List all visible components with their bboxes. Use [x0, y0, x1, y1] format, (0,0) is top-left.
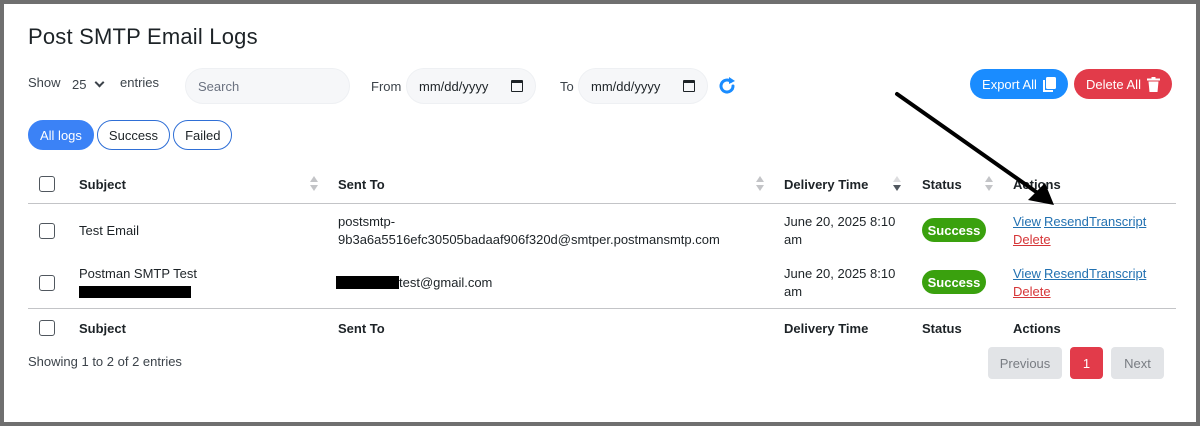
- toolbar: Show 25 entries Search From mm/dd/yyyy T…: [28, 68, 1172, 108]
- status-filters: All logs Success Failed: [28, 120, 233, 150]
- calendar-icon[interactable]: [511, 80, 523, 92]
- page-title: Post SMTP Email Logs: [28, 24, 258, 49]
- footer-column-actions: Actions: [1013, 321, 1061, 336]
- export-all-button[interactable]: Export All: [970, 69, 1068, 99]
- copy-icon: [1042, 76, 1056, 92]
- resend-link[interactable]: Resend: [1044, 265, 1089, 283]
- to-date-input[interactable]: mm/dd/yyyy: [578, 68, 708, 104]
- column-status[interactable]: Status: [922, 176, 962, 194]
- current-page-button[interactable]: 1: [1070, 347, 1103, 379]
- export-all-label: Export All: [982, 76, 1037, 92]
- transcript-link[interactable]: Transcript: [1089, 265, 1146, 283]
- delete-all-label: Delete All: [1086, 76, 1141, 92]
- row-checkbox[interactable]: [39, 223, 55, 239]
- previous-page-button[interactable]: Previous: [988, 347, 1062, 379]
- view-link[interactable]: View: [1013, 265, 1041, 283]
- pagination: Previous 1 Next: [988, 347, 1164, 379]
- sort-sent-to-icon[interactable]: [756, 176, 764, 192]
- filter-all-logs[interactable]: All logs: [28, 120, 94, 150]
- from-date-input[interactable]: mm/dd/yyyy: [406, 68, 536, 104]
- table-footer: Subject Sent To Delivery Time Status Act…: [28, 308, 1176, 348]
- window-frame: Post SMTP Email Logs Show 25 entries Sea…: [0, 0, 1200, 426]
- sort-subject-icon[interactable]: [310, 176, 318, 192]
- from-label: From: [371, 79, 402, 94]
- delete-all-button[interactable]: Delete All: [1074, 69, 1172, 99]
- filter-success[interactable]: Success: [96, 120, 171, 150]
- status-badge: Success: [922, 270, 986, 294]
- transcript-link[interactable]: Transcript: [1089, 213, 1146, 231]
- refresh-icon[interactable]: [717, 76, 737, 96]
- show-label: Show: [28, 75, 61, 90]
- view-link[interactable]: View: [1013, 213, 1041, 231]
- table-row: Postman SMTP Test test@gmail.com June 20…: [28, 256, 1176, 308]
- row-delivery-time-line1: June 20, 2025 8:10: [784, 214, 896, 229]
- redaction-bar: [336, 276, 399, 290]
- row-subject: Postman SMTP Test: [79, 266, 198, 281]
- calendar-icon[interactable]: [683, 80, 695, 92]
- footer-column-delivery-time: Delivery Time: [784, 321, 869, 336]
- delete-link[interactable]: Delete: [1013, 283, 1051, 301]
- column-subject[interactable]: Subject: [79, 176, 126, 194]
- search-placeholder: Search: [198, 78, 240, 94]
- row-subject: Test Email: [79, 223, 139, 238]
- row-delivery-time-line2: am: [784, 284, 803, 299]
- resend-link[interactable]: Resend: [1044, 213, 1089, 231]
- entries-label: entries: [120, 75, 160, 90]
- entries-info: Showing 1 to 2 of 2 entries: [28, 354, 182, 369]
- page-size-value: 25: [72, 76, 87, 92]
- next-page-button[interactable]: Next: [1111, 347, 1164, 379]
- table-row: Test Email postsmtp- 9b3a6a5516efc30505b…: [28, 204, 1176, 256]
- chevron-down-icon: [95, 77, 105, 87]
- search-input[interactable]: Search: [185, 68, 350, 104]
- row-checkbox[interactable]: [39, 275, 55, 291]
- sort-delivery-time-icon[interactable]: [893, 176, 901, 192]
- filter-failed[interactable]: Failed: [173, 120, 233, 150]
- row-sent-to-line1: postsmtp-: [338, 214, 396, 229]
- row-sent-to: test@gmail.com: [336, 274, 492, 292]
- to-label: To: [560, 79, 574, 94]
- to-date-placeholder: mm/dd/yyyy: [591, 78, 661, 94]
- row-delivery-time-line2: am: [784, 232, 803, 247]
- select-all-checkbox-footer[interactable]: [39, 320, 55, 336]
- footer-column-status: Status: [922, 321, 962, 336]
- from-date-placeholder: mm/dd/yyyy: [419, 78, 489, 94]
- select-all-checkbox[interactable]: [39, 176, 55, 192]
- row-sent-to-line2: 9b3a6a5516efc30505badaaf906f320d@smtper.…: [338, 232, 720, 247]
- row-delivery-time-line1: June 20, 2025 8:10: [784, 266, 896, 281]
- page-size-select[interactable]: 25: [68, 71, 114, 97]
- sort-status-icon[interactable]: [985, 176, 993, 192]
- email-logs-table: Subject Sent To Delivery Time Status Act…: [28, 164, 1176, 348]
- redaction-bar: [79, 286, 191, 298]
- column-actions: Actions: [1013, 177, 1061, 192]
- footer-column-sent-to: Sent To: [338, 321, 385, 336]
- column-delivery-time[interactable]: Delivery Time: [784, 176, 868, 194]
- table-header: Subject Sent To Delivery Time Status Act…: [28, 164, 1176, 204]
- status-badge: Success: [922, 218, 986, 242]
- delete-link[interactable]: Delete: [1013, 231, 1051, 249]
- column-sent-to[interactable]: Sent To: [338, 176, 385, 194]
- trash-icon: [1146, 76, 1160, 92]
- row-sent-to-suffix: test@gmail.com: [399, 275, 493, 290]
- footer-column-subject: Subject: [79, 321, 126, 336]
